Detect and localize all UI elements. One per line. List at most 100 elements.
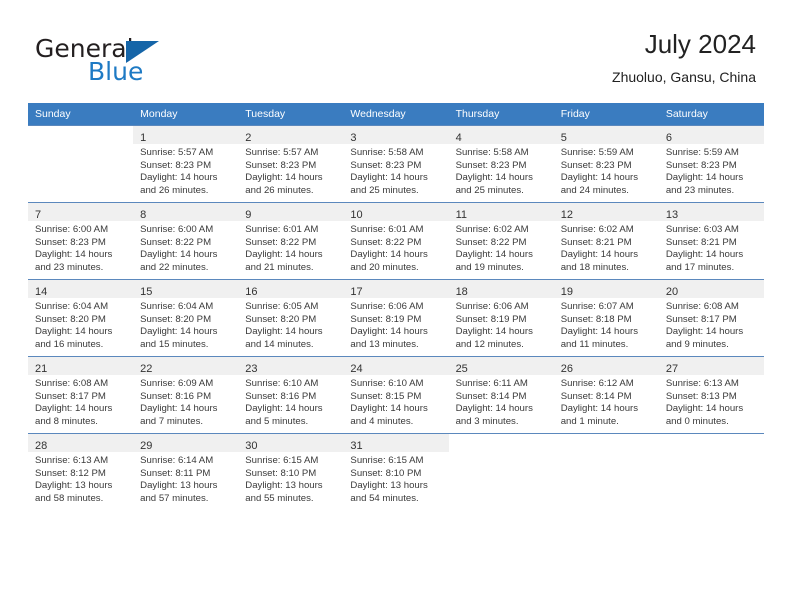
day-number-band: 27 [658, 357, 764, 375]
day-info-sunset: Sunset: 8:18 PM [560, 313, 632, 325]
day-info-sunrise: Sunrise: 6:11 AM [455, 378, 528, 389]
day-sun-info: Sunrise: 6:02 AM Sunset: 8:22 PM Daylight:… [449, 221, 554, 274]
day-info-sunrise: Sunrise: 6:06 AM [350, 301, 424, 312]
calendar-day-cell[interactable]: 10 Sunrise: 6:01 AM Sunset: 8:22 PM Dayligh… [343, 202, 449, 280]
calendar-day-cell[interactable]: 1 Sunrise: 5:57 AM Sunset: 8:23 PM Daylight… [133, 125, 239, 203]
day-info-daylight-line1: Daylight: 14 hours [140, 249, 218, 261]
weekday-header-wednesday: Wednesday [343, 103, 449, 126]
calendar-day-cell[interactable]: 27 Sunrise: 6:13 AM Sunset: 8:13 PM Dayligh… [658, 356, 764, 434]
day-info-daylight-line1: Daylight: 14 hours [560, 249, 639, 261]
calendar-day-cell[interactable]: 24 Sunrise: 6:10 AM Sunset: 8:15 PM Dayligh… [343, 356, 449, 434]
day-info-daylight-line2: and 4 minutes. [350, 415, 414, 427]
day-cell-content: 23 Sunrise: 6:10 AM Sunset: 8:16 PM Dayligh… [238, 357, 344, 433]
calendar-day-cell[interactable]: 26 Sunrise: 6:12 AM Sunset: 8:14 PM Dayligh… [553, 356, 659, 434]
day-number-band: 10 [343, 203, 449, 221]
day-info-daylight-line2: and 7 minutes. [140, 415, 204, 427]
calendar-day-cell[interactable]: 2 Sunrise: 5:57 AM Sunset: 8:23 PM Daylight… [238, 125, 344, 203]
calendar-day-cell[interactable]: 23 Sunrise: 6:10 AM Sunset: 8:16 PM Dayligh… [238, 356, 344, 434]
calendar-day-cell[interactable]: 25 Sunrise: 6:11 AM Sunset: 8:14 PM Dayligh… [448, 356, 554, 434]
day-number-band: 30 [238, 434, 344, 452]
calendar-day-cell[interactable]: 5 Sunrise: 5:59 AM Sunset: 8:23 PM Daylight… [553, 125, 659, 203]
day-cell-content: 3 Sunrise: 5:58 AM Sunset: 8:23 PM Daylight… [343, 126, 449, 202]
day-info-sunset: Sunset: 8:23 PM [665, 159, 737, 171]
calendar-day-cell[interactable]: 9 Sunrise: 6:01 AM Sunset: 8:22 PM Daylight… [238, 202, 344, 280]
day-number: 10 [350, 209, 363, 221]
calendar-day-cell[interactable]: 18 Sunrise: 6:06 AM Sunset: 8:19 PM Dayligh… [448, 279, 554, 357]
day-info-daylight-line2: and 0 minutes. [665, 415, 729, 427]
calendar-day-cell[interactable]: 30 Sunrise: 6:15 AM Sunset: 8:10 PM Dayligh… [238, 433, 344, 510]
day-info-sunrise: Sunrise: 6:10 AM [350, 378, 424, 389]
day-cell-content [449, 434, 554, 510]
calendar-day-cell[interactable]: 15 Sunrise: 6:04 AM Sunset: 8:20 PM Dayligh… [133, 279, 239, 357]
day-number-band: 4 [448, 126, 554, 144]
day-info-sunrise: Sunrise: 6:14 AM [140, 455, 214, 466]
day-cell-content [659, 434, 764, 510]
day-number-band: 7 [28, 203, 134, 221]
calendar-day-cell[interactable]: 8 Sunrise: 6:00 AM Sunset: 8:22 PM Daylight… [133, 202, 239, 280]
day-info-sunrise: Sunrise: 6:01 AM [245, 224, 319, 235]
day-info-daylight-line1: Daylight: 14 hours [350, 326, 428, 338]
calendar-day-cell[interactable]: 4 Sunrise: 5:58 AM Sunset: 8:23 PM Daylight… [448, 125, 554, 203]
day-info-daylight-line2: and 9 minutes. [665, 338, 729, 350]
calendar-day-cell[interactable]: 22 Sunrise: 6:09 AM Sunset: 8:16 PM Dayligh… [133, 356, 239, 434]
day-number-band: 16 [238, 280, 344, 298]
calendar-day-cell [658, 433, 764, 510]
day-cell-content: 20 Sunrise: 6:08 AM Sunset: 8:17 PM Dayligh… [658, 280, 764, 356]
calendar-day-cell[interactable]: 29 Sunrise: 6:14 AM Sunset: 8:11 PM Dayligh… [133, 433, 239, 510]
day-number: 9 [245, 209, 252, 221]
calendar-day-cell[interactable]: 11 Sunrise: 6:02 AM Sunset: 8:22 PM Dayligh… [448, 202, 554, 280]
calendar-body: 1 Sunrise: 5:57 AM Sunset: 8:23 PM Daylight… [28, 125, 764, 510]
calendar-day-cell [28, 125, 134, 203]
day-info-daylight-line2: and 14 minutes. [245, 338, 314, 350]
calendar-day-cell[interactable]: 31 Sunrise: 6:15 AM Sunset: 8:10 PM Dayligh… [343, 433, 449, 510]
day-number: 27 [665, 363, 679, 375]
calendar-day-cell[interactable]: 12 Sunrise: 6:02 AM Sunset: 8:21 PM Dayligh… [553, 202, 659, 280]
day-number-band: 6 [658, 126, 764, 144]
day-sun-info: Sunrise: 6:02 AM Sunset: 8:21 PM Daylight:… [554, 221, 659, 274]
day-info-daylight-line2: and 58 minutes. [35, 492, 104, 504]
day-info-daylight-line1: Daylight: 14 hours [140, 326, 218, 338]
day-info-sunset: Sunset: 8:10 PM [350, 467, 422, 479]
calendar-day-cell[interactable]: 14 Sunrise: 6:04 AM Sunset: 8:20 PM Dayligh… [28, 279, 134, 357]
day-number: 24 [350, 363, 363, 375]
calendar-day-cell[interactable]: 7 Sunrise: 6:00 AM Sunset: 8:23 PM Daylight… [28, 202, 134, 280]
calendar-day-cell[interactable]: 20 Sunrise: 6:08 AM Sunset: 8:17 PM Dayligh… [658, 279, 764, 357]
day-number-band: 8 [133, 203, 239, 221]
calendar-day-cell[interactable]: 16 Sunrise: 6:05 AM Sunset: 8:20 PM Dayligh… [238, 279, 344, 357]
day-sun-info: Sunrise: 6:09 AM Sunset: 8:16 PM Daylight:… [133, 375, 238, 428]
day-number: 18 [455, 286, 468, 298]
day-info-daylight-line1: Daylight: 14 hours [455, 326, 533, 338]
day-sun-info: Sunrise: 6:04 AM Sunset: 8:20 PM Daylight:… [28, 298, 133, 351]
day-info-daylight-line1: Daylight: 14 hours [350, 403, 428, 415]
page-title: July 2024 [644, 29, 756, 59]
day-info-daylight-line2: and 22 minutes. [140, 261, 209, 273]
day-info-sunset: Sunset: 8:16 PM [140, 390, 212, 402]
day-number: 2 [245, 132, 252, 144]
day-info-sunrise: Sunrise: 5:58 AM [455, 147, 529, 158]
calendar-day-cell[interactable]: 19 Sunrise: 6:07 AM Sunset: 8:18 PM Dayligh… [553, 279, 659, 357]
day-cell-content: 18 Sunrise: 6:06 AM Sunset: 8:19 PM Dayligh… [448, 280, 554, 356]
calendar-day-cell[interactable]: 3 Sunrise: 5:58 AM Sunset: 8:23 PM Daylight… [343, 125, 449, 203]
day-info-daylight-line1: Daylight: 14 hours [245, 172, 323, 184]
day-sun-info: Sunrise: 6:04 AM Sunset: 8:20 PM Daylight:… [133, 298, 238, 351]
day-number-band: 22 [133, 357, 239, 375]
calendar-day-cell[interactable]: 28 Sunrise: 6:13 AM Sunset: 8:12 PM Dayligh… [28, 433, 134, 510]
day-info-daylight-line2: and 25 minutes. [455, 184, 524, 196]
day-sun-info: Sunrise: 5:59 AM Sunset: 8:23 PM Daylight:… [554, 144, 659, 197]
day-cell-content: 8 Sunrise: 6:00 AM Sunset: 8:22 PM Daylight… [133, 203, 239, 279]
day-info-daylight-line2: and 55 minutes. [245, 492, 314, 504]
day-info-daylight-line1: Daylight: 14 hours [665, 172, 744, 184]
calendar-day-cell[interactable]: 13 Sunrise: 6:03 AM Sunset: 8:21 PM Dayligh… [658, 202, 764, 280]
calendar-day-cell [448, 433, 554, 510]
day-sun-info: Sunrise: 5:58 AM Sunset: 8:23 PM Daylight:… [449, 144, 554, 197]
calendar-day-cell[interactable]: 6 Sunrise: 5:59 AM Sunset: 8:23 PM Daylight… [658, 125, 764, 203]
day-info-daylight-line2: and 5 minutes. [245, 415, 309, 427]
day-cell-content: 30 Sunrise: 6:15 AM Sunset: 8:10 PM Dayligh… [238, 434, 344, 510]
day-cell-content [28, 126, 133, 202]
day-sun-info: Sunrise: 6:07 AM Sunset: 8:18 PM Daylight:… [554, 298, 659, 351]
day-info-sunrise: Sunrise: 5:59 AM [665, 147, 739, 158]
day-info-sunset: Sunset: 8:20 PM [245, 313, 317, 325]
calendar-day-cell[interactable]: 21 Sunrise: 6:08 AM Sunset: 8:17 PM Dayligh… [28, 356, 134, 434]
day-info-daylight-line2: and 23 minutes. [35, 261, 104, 273]
calendar-day-cell[interactable]: 17 Sunrise: 6:06 AM Sunset: 8:19 PM Dayligh… [343, 279, 449, 357]
